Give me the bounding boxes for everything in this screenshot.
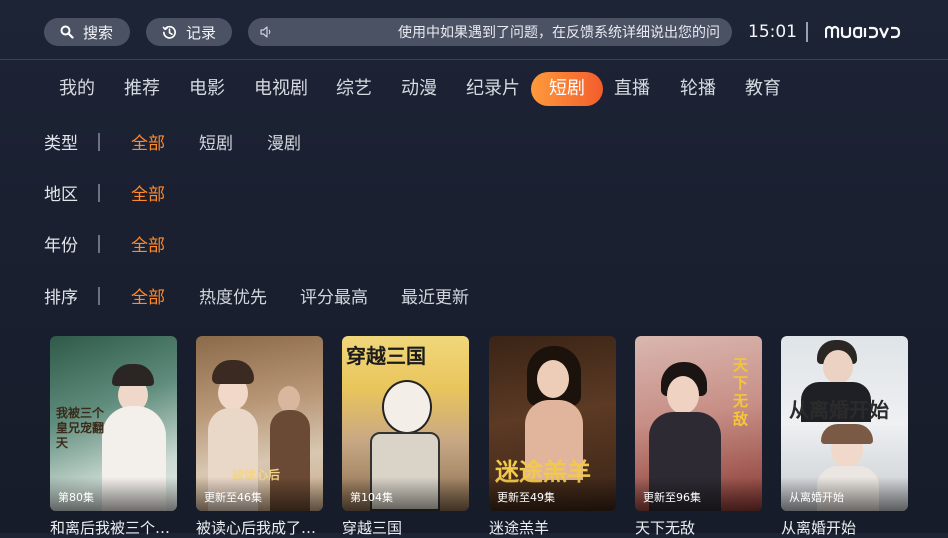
history-button-label: 记录 — [186, 23, 217, 42]
tab-anime[interactable]: 动漫 — [392, 72, 446, 106]
filter-label-region: 地区 — [44, 185, 78, 205]
episode-badge: 从离婚开始 — [789, 491, 844, 504]
filter-label-year: 年份 — [44, 236, 78, 256]
brand-logo — [824, 24, 903, 44]
episode-badge: 更新至49集 — [497, 491, 555, 504]
filter-option-all[interactable]: 全部 — [131, 283, 165, 308]
search-icon — [60, 25, 74, 39]
filter-option-all[interactable]: 全部 — [131, 129, 165, 154]
media-card[interactable]: 穿越三国 第104集 穿越三国 — [342, 336, 469, 537]
card-title: 穿越三国 — [342, 519, 403, 537]
filter-divider — [98, 287, 100, 305]
tab-short-drama[interactable]: 短剧 — [531, 72, 603, 106]
card-title: 和离后我被三个… — [50, 519, 171, 537]
media-card[interactable]: 我被三个皇兄宠翻天 第80集 和离后我被三个… — [50, 336, 177, 537]
filter-option-all[interactable]: 全部 — [131, 180, 165, 205]
poster-image: 迷途羔羊 更新至49集 — [489, 336, 616, 511]
media-card[interactable]: 从离婚开始 从离婚开始 从离婚开始 — [781, 336, 908, 537]
tab-education[interactable]: 教育 — [736, 72, 790, 106]
top-bar: 搜索 记录 使用中如果遇到了问题，在反馈系统详细说出您的问 15:01 — [0, 0, 948, 60]
clock: 15:01 — [748, 22, 797, 42]
media-card[interactable]: 被读心后 更新至46集 被读心后我成了… — [196, 336, 323, 537]
history-button[interactable]: 记录 — [146, 18, 232, 46]
tab-mine[interactable]: 我的 — [50, 72, 104, 106]
header-divider-line — [0, 59, 948, 60]
history-icon — [162, 25, 176, 39]
tab-carousel[interactable]: 轮播 — [671, 72, 725, 106]
media-card[interactable]: 天下无敌 更新至96集 天下无敌 — [635, 336, 762, 537]
card-title: 迷途羔羊 — [489, 519, 550, 537]
poster-image: 天下无敌 更新至96集 — [635, 336, 762, 511]
tab-tv-series[interactable]: 电视剧 — [247, 72, 315, 106]
filter-divider — [98, 184, 100, 202]
notice-text: 使用中如果遇到了问题，在反馈系统详细说出您的问 — [398, 25, 720, 41]
sort-option-popularity[interactable]: 热度优先 — [199, 283, 267, 308]
poster-image: 我被三个皇兄宠翻天 第80集 — [50, 336, 177, 511]
search-button-label: 搜索 — [83, 23, 114, 42]
tab-documentary[interactable]: 纪录片 — [459, 72, 527, 106]
speaker-icon — [260, 26, 271, 38]
poster-title-art: 从离婚开始 — [789, 398, 889, 422]
filter-label-sort: 排序 — [44, 288, 78, 308]
card-title: 天下无敌 — [635, 519, 696, 537]
search-button[interactable]: 搜索 — [44, 18, 130, 46]
poster-image: 从离婚开始 从离婚开始 — [781, 336, 908, 511]
filter-divider — [98, 235, 100, 253]
filter-divider — [98, 133, 100, 151]
poster-title-art: 天下无敌 — [733, 356, 749, 428]
poster-title-art: 我被三个皇兄宠翻天 — [56, 406, 105, 450]
media-card[interactable]: 迷途羔羊 更新至49集 迷途羔羊 — [489, 336, 616, 537]
card-title: 被读心后我成了… — [196, 519, 317, 537]
episode-badge: 更新至96集 — [643, 491, 701, 504]
episode-badge: 第80集 — [58, 491, 94, 504]
header-divider — [806, 22, 808, 42]
episode-badge: 第104集 — [350, 491, 393, 504]
filter-option-short-drama[interactable]: 短剧 — [199, 129, 233, 154]
episode-badge: 更新至46集 — [204, 491, 262, 504]
poster-title-art: 穿越三国 — [346, 344, 426, 368]
poster-image: 被读心后 更新至46集 — [196, 336, 323, 511]
notice-bar[interactable]: 使用中如果遇到了问题，在反馈系统详细说出您的问 — [248, 18, 732, 46]
filter-option-comic-drama[interactable]: 漫剧 — [267, 129, 301, 154]
tab-movies[interactable]: 电影 — [180, 72, 234, 106]
poster-image: 穿越三国 第104集 — [342, 336, 469, 511]
sort-option-rating[interactable]: 评分最高 — [300, 283, 368, 308]
tab-recommend[interactable]: 推荐 — [115, 72, 169, 106]
sort-option-recent[interactable]: 最近更新 — [401, 283, 469, 308]
card-title: 从离婚开始 — [781, 519, 857, 537]
filter-label-type: 类型 — [44, 134, 78, 154]
tab-live[interactable]: 直播 — [605, 72, 659, 106]
filter-option-all[interactable]: 全部 — [131, 231, 165, 256]
tab-variety[interactable]: 综艺 — [327, 72, 381, 106]
